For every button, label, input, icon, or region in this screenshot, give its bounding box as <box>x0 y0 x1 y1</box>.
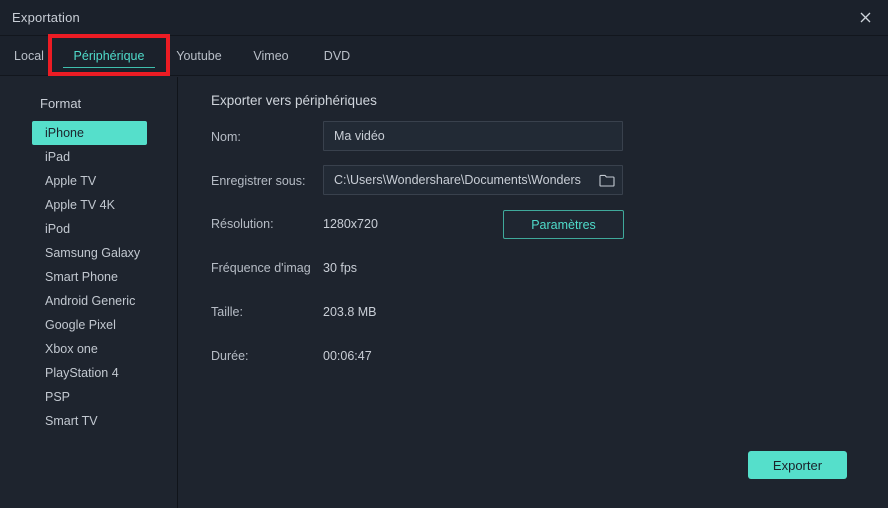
duration-value: 00:06:47 <box>323 349 372 363</box>
format-sidebar: Format iPhone iPad Apple TV Apple TV 4K … <box>0 77 177 508</box>
name-input-value: Ma vidéo <box>334 129 385 143</box>
sidebar-item-label: Samsung Galaxy <box>45 246 141 260</box>
tab-bar: Local Périphérique Youtube Vimeo DVD <box>0 36 888 76</box>
sidebar-item-android-generic[interactable]: Android Generic <box>32 289 147 313</box>
save-as-label: Enregistrer sous: <box>211 174 306 188</box>
folder-icon[interactable] <box>592 166 622 194</box>
tab-youtube-label: Youtube <box>176 49 222 63</box>
sidebar-item-label: iPhone <box>45 126 84 140</box>
sidebar-item-psp[interactable]: PSP <box>32 385 147 409</box>
sidebar-item-label: iPod <box>45 222 71 236</box>
sidebar-item-label: Smart TV <box>45 414 98 428</box>
page-title: Exporter vers périphériques <box>211 93 377 108</box>
export-button[interactable]: Exporter <box>748 451 847 479</box>
sidebar-item-label: PSP <box>45 390 71 404</box>
sidebar-item-smart-tv[interactable]: Smart TV <box>32 409 147 433</box>
tab-dvd[interactable]: DVD <box>320 36 354 76</box>
framerate-value: 30 fps <box>323 261 358 275</box>
tab-vimeo[interactable]: Vimeo <box>250 36 292 76</box>
sidebar-item-ipod[interactable]: iPod <box>32 217 147 241</box>
settings-button[interactable]: Paramètres <box>503 210 624 239</box>
name-input[interactable]: Ma vidéo <box>323 121 623 151</box>
sidebar-item-playstation-4[interactable]: PlayStation 4 <box>32 361 147 385</box>
format-list: iPhone iPad Apple TV Apple TV 4K iPod Sa… <box>0 121 177 433</box>
window-title: Exportation <box>12 10 80 25</box>
sidebar-item-apple-tv-4k[interactable]: Apple TV 4K <box>32 193 147 217</box>
tab-dvd-label: DVD <box>323 49 351 63</box>
main-content: Exporter vers périphériques Nom: Ma vidé… <box>178 77 888 508</box>
sidebar-item-xbox-one[interactable]: Xbox one <box>32 337 147 361</box>
save-as-input-value: C:\Users\Wondershare\Documents\Wonders <box>334 173 581 187</box>
name-label: Nom: <box>211 130 241 144</box>
sidebar-item-apple-tv[interactable]: Apple TV <box>32 169 147 193</box>
tab-youtube[interactable]: Youtube <box>172 36 226 76</box>
sidebar-item-label: Apple TV 4K <box>45 198 115 212</box>
sidebar-item-label: iPad <box>45 150 71 164</box>
sidebar-item-label: Xbox one <box>45 342 98 356</box>
sidebar-item-ipad[interactable]: iPad <box>32 145 147 169</box>
duration-label: Durée: <box>211 349 249 363</box>
resolution-label: Résolution: <box>211 217 274 231</box>
sidebar-item-label: Apple TV <box>45 174 97 188</box>
tab-local-label: Local <box>14 49 44 63</box>
save-as-input[interactable]: C:\Users\Wondershare\Documents\Wonders <box>323 165 623 195</box>
sidebar-item-google-pixel[interactable]: Google Pixel <box>32 313 147 337</box>
resolution-value: 1280x720 <box>323 217 378 231</box>
framerate-label: Fréquence d'imag <box>211 261 311 275</box>
size-value: 203.8 MB <box>323 305 377 319</box>
sidebar-item-label: PlayStation 4 <box>45 366 119 380</box>
sidebar-item-label: Android Generic <box>45 294 136 308</box>
title-bar: Exportation <box>0 0 888 36</box>
export-dialog: Exportation Local Périphérique Youtube V… <box>0 0 888 508</box>
tab-local[interactable]: Local <box>10 36 48 76</box>
sidebar-item-samsung-galaxy[interactable]: Samsung Galaxy <box>32 241 147 265</box>
sidebar-item-smart-phone[interactable]: Smart Phone <box>32 265 147 289</box>
sidebar-item-label: Smart Phone <box>45 270 118 284</box>
tab-peripherique[interactable]: Périphérique <box>57 36 161 76</box>
format-heading: Format <box>40 96 82 111</box>
sidebar-item-label: Google Pixel <box>45 318 116 332</box>
tab-peripherique-label: Périphérique <box>73 49 145 63</box>
tab-vimeo-label: Vimeo <box>253 49 289 63</box>
close-icon[interactable] <box>842 0 888 35</box>
size-label: Taille: <box>211 305 243 319</box>
tab-underline <box>63 67 155 68</box>
sidebar-item-iphone[interactable]: iPhone <box>32 121 147 145</box>
